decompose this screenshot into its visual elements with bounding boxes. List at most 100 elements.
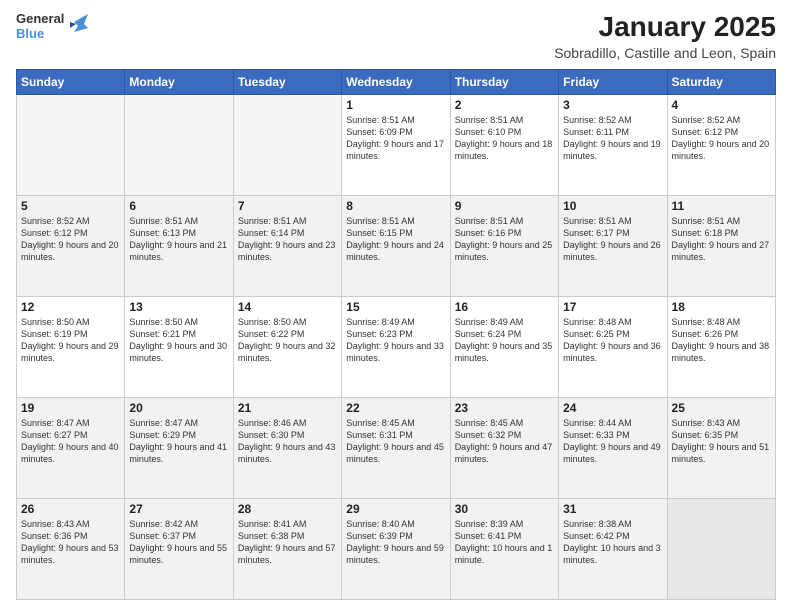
calendar-week-row: 19 Sunrise: 8:47 AM Sunset: 6:27 PM Dayli… <box>17 397 776 498</box>
day-number: 4 <box>672 98 771 112</box>
calendar-week-row: 26 Sunrise: 8:43 AM Sunset: 6:36 PM Dayli… <box>17 498 776 599</box>
logo-text: General Blue <box>16 12 64 42</box>
table-row: 4 Sunrise: 8:52 AM Sunset: 6:12 PM Daylig… <box>667 94 775 195</box>
day-detail-text: Sunrise: 8:43 AM Sunset: 6:35 PM Dayligh… <box>672 417 771 466</box>
day-detail-text: Sunrise: 8:51 AM Sunset: 6:17 PM Dayligh… <box>563 215 662 264</box>
day-detail-text: Sunrise: 8:51 AM Sunset: 6:16 PM Dayligh… <box>455 215 554 264</box>
day-number: 21 <box>238 401 337 415</box>
day-detail-text: Sunrise: 8:42 AM Sunset: 6:37 PM Dayligh… <box>129 518 228 567</box>
day-number: 16 <box>455 300 554 314</box>
table-row: 11 Sunrise: 8:51 AM Sunset: 6:18 PM Dayli… <box>667 195 775 296</box>
day-detail-text: Sunrise: 8:52 AM Sunset: 6:11 PM Dayligh… <box>563 114 662 163</box>
table-row: 12 Sunrise: 8:50 AM Sunset: 6:19 PM Dayli… <box>17 296 125 397</box>
table-row: 25 Sunrise: 8:43 AM Sunset: 6:35 PM Dayli… <box>667 397 775 498</box>
table-row: 19 Sunrise: 8:47 AM Sunset: 6:27 PM Dayli… <box>17 397 125 498</box>
header-tuesday: Tuesday <box>233 69 341 94</box>
day-detail-text: Sunrise: 8:45 AM Sunset: 6:31 PM Dayligh… <box>346 417 445 466</box>
header-monday: Monday <box>125 69 233 94</box>
table-row: 20 Sunrise: 8:47 AM Sunset: 6:29 PM Dayli… <box>125 397 233 498</box>
day-number: 9 <box>455 199 554 213</box>
day-detail-text: Sunrise: 8:50 AM Sunset: 6:22 PM Dayligh… <box>238 316 337 365</box>
day-detail-text: Sunrise: 8:41 AM Sunset: 6:38 PM Dayligh… <box>238 518 337 567</box>
logo-bird-icon <box>70 14 88 36</box>
day-detail-text: Sunrise: 8:51 AM Sunset: 6:18 PM Dayligh… <box>672 215 771 264</box>
day-number: 20 <box>129 401 228 415</box>
day-detail-text: Sunrise: 8:48 AM Sunset: 6:26 PM Dayligh… <box>672 316 771 365</box>
logo-general: General <box>16 12 64 27</box>
day-detail-text: Sunrise: 8:49 AM Sunset: 6:23 PM Dayligh… <box>346 316 445 365</box>
day-detail-text: Sunrise: 8:51 AM Sunset: 6:09 PM Dayligh… <box>346 114 445 163</box>
month-year-title: January 2025 <box>554 12 776 43</box>
day-number: 29 <box>346 502 445 516</box>
day-number: 13 <box>129 300 228 314</box>
table-row: 7 Sunrise: 8:51 AM Sunset: 6:14 PM Daylig… <box>233 195 341 296</box>
table-row: 9 Sunrise: 8:51 AM Sunset: 6:16 PM Daylig… <box>450 195 558 296</box>
table-row: 16Sunrise: 8:49 AM Sunset: 6:24 PM Dayli… <box>450 296 558 397</box>
day-number: 23 <box>455 401 554 415</box>
table-row: 28 Sunrise: 8:41 AM Sunset: 6:38 PM Dayli… <box>233 498 341 599</box>
day-detail-text: Sunrise: 8:51 AM Sunset: 6:15 PM Dayligh… <box>346 215 445 264</box>
day-number: 12 <box>21 300 120 314</box>
header-friday: Friday <box>559 69 667 94</box>
logo-blue: Blue <box>16 27 64 42</box>
header: General Blue January 2025 Sobradillo, Ca… <box>16 12 776 61</box>
day-number: 1 <box>346 98 445 112</box>
day-number: 26 <box>21 502 120 516</box>
header-saturday: Saturday <box>667 69 775 94</box>
day-number: 19 <box>21 401 120 415</box>
day-detail-text: Sunrise: 8:40 AM Sunset: 6:39 PM Dayligh… <box>346 518 445 567</box>
day-detail-text: Sunrise: 8:51 AM Sunset: 6:13 PM Dayligh… <box>129 215 228 264</box>
table-row: 29 Sunrise: 8:40 AM Sunset: 6:39 PM Dayli… <box>342 498 450 599</box>
day-number: 24 <box>563 401 662 415</box>
table-row: 17 Sunrise: 8:48 AM Sunset: 6:25 PM Dayli… <box>559 296 667 397</box>
table-row: 26 Sunrise: 8:43 AM Sunset: 6:36 PM Dayli… <box>17 498 125 599</box>
day-detail-text: Sunrise: 8:52 AM Sunset: 6:12 PM Dayligh… <box>21 215 120 264</box>
day-detail-text: Sunrise: 8:51 AM Sunset: 6:14 PM Dayligh… <box>238 215 337 264</box>
day-detail-text: Sunrise: 8:38 AM Sunset: 6:42 PM Dayligh… <box>563 518 662 567</box>
day-number: 28 <box>238 502 337 516</box>
day-number: 14 <box>238 300 337 314</box>
calendar-week-row: 5Sunrise: 8:52 AM Sunset: 6:12 PM Daylig… <box>17 195 776 296</box>
day-number: 11 <box>672 199 771 213</box>
day-number: 3 <box>563 98 662 112</box>
table-row <box>667 498 775 599</box>
day-detail-text: Sunrise: 8:46 AM Sunset: 6:30 PM Dayligh… <box>238 417 337 466</box>
table-row: 5Sunrise: 8:52 AM Sunset: 6:12 PM Daylig… <box>17 195 125 296</box>
location-subtitle: Sobradillo, Castille and Leon, Spain <box>554 45 776 61</box>
table-row: 23 Sunrise: 8:45 AM Sunset: 6:32 PM Dayli… <box>450 397 558 498</box>
day-number: 17 <box>563 300 662 314</box>
calendar-week-row: 1 Sunrise: 8:51 AM Sunset: 6:09 PM Daylig… <box>17 94 776 195</box>
day-number: 25 <box>672 401 771 415</box>
day-detail-text: Sunrise: 8:50 AM Sunset: 6:19 PM Dayligh… <box>21 316 120 365</box>
day-number: 18 <box>672 300 771 314</box>
day-number: 30 <box>455 502 554 516</box>
day-detail-text: Sunrise: 8:43 AM Sunset: 6:36 PM Dayligh… <box>21 518 120 567</box>
calendar-week-row: 12 Sunrise: 8:50 AM Sunset: 6:19 PM Dayli… <box>17 296 776 397</box>
day-number: 8 <box>346 199 445 213</box>
day-detail-text: Sunrise: 8:44 AM Sunset: 6:33 PM Dayligh… <box>563 417 662 466</box>
table-row <box>17 94 125 195</box>
day-number: 7 <box>238 199 337 213</box>
table-row: 2Sunrise: 8:51 AM Sunset: 6:10 PM Daylig… <box>450 94 558 195</box>
day-detail-text: Sunrise: 8:52 AM Sunset: 6:12 PM Dayligh… <box>672 114 771 163</box>
calendar-table: Sunday Monday Tuesday Wednesday Thursday… <box>16 69 776 600</box>
title-section: January 2025 Sobradillo, Castille and Le… <box>554 12 776 61</box>
table-row: 15Sunrise: 8:49 AM Sunset: 6:23 PM Dayli… <box>342 296 450 397</box>
day-number: 2 <box>455 98 554 112</box>
day-detail-text: Sunrise: 8:45 AM Sunset: 6:32 PM Dayligh… <box>455 417 554 466</box>
table-row: 22Sunrise: 8:45 AM Sunset: 6:31 PM Dayli… <box>342 397 450 498</box>
day-detail-text: Sunrise: 8:47 AM Sunset: 6:27 PM Dayligh… <box>21 417 120 466</box>
day-detail-text: Sunrise: 8:48 AM Sunset: 6:25 PM Dayligh… <box>563 316 662 365</box>
day-number: 6 <box>129 199 228 213</box>
day-detail-text: Sunrise: 8:47 AM Sunset: 6:29 PM Dayligh… <box>129 417 228 466</box>
table-row: 10Sunrise: 8:51 AM Sunset: 6:17 PM Dayli… <box>559 195 667 296</box>
header-wednesday: Wednesday <box>342 69 450 94</box>
day-detail-text: Sunrise: 8:50 AM Sunset: 6:21 PM Dayligh… <box>129 316 228 365</box>
weekday-header-row: Sunday Monday Tuesday Wednesday Thursday… <box>17 69 776 94</box>
day-number: 31 <box>563 502 662 516</box>
table-row: 27Sunrise: 8:42 AM Sunset: 6:37 PM Dayli… <box>125 498 233 599</box>
day-detail-text: Sunrise: 8:39 AM Sunset: 6:41 PM Dayligh… <box>455 518 554 567</box>
table-row: 8 Sunrise: 8:51 AM Sunset: 6:15 PM Daylig… <box>342 195 450 296</box>
table-row: 13 Sunrise: 8:50 AM Sunset: 6:21 PM Dayli… <box>125 296 233 397</box>
table-row: 31 Sunrise: 8:38 AM Sunset: 6:42 PM Dayli… <box>559 498 667 599</box>
